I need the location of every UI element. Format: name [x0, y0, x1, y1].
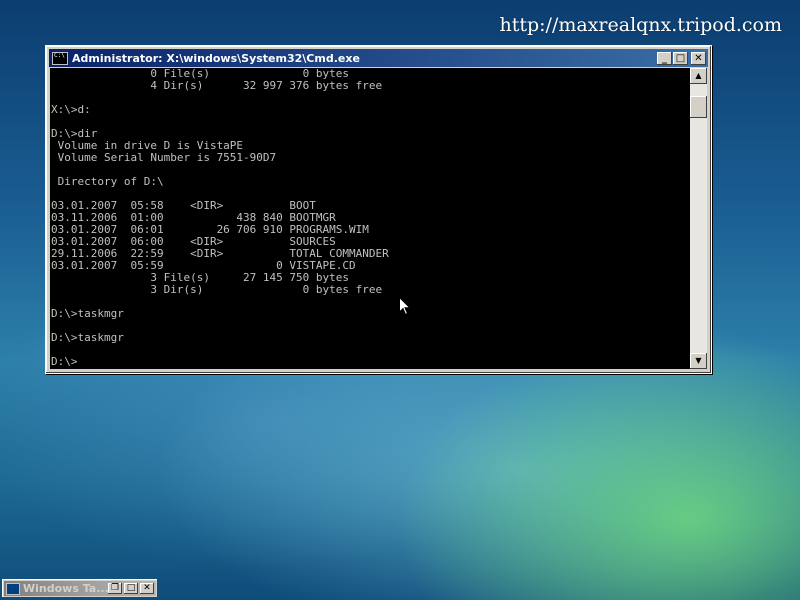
console-line: D:\>taskmgr	[51, 307, 124, 320]
scroll-thumb[interactable]	[690, 96, 707, 118]
close-button[interactable]: ✕	[691, 51, 706, 65]
console-line: D:\>taskmgr	[51, 331, 124, 344]
cmd-window[interactable]: Administrator: X:\windows\System32\Cmd.e…	[45, 45, 712, 374]
console-line: Directory of D:\	[51, 175, 164, 188]
vertical-scrollbar[interactable]: ▲ ▼	[690, 68, 707, 369]
scroll-up-button[interactable]: ▲	[690, 68, 707, 84]
watermark-url: http://maxrealqnx.tripod.com	[499, 14, 782, 36]
console-line: X:\>d:	[51, 103, 91, 116]
console-output[interactable]: 0 File(s) 0 bytes 4 Dir(s) 32 997 376 by…	[50, 68, 690, 369]
task-manager-title: Windows Ta...	[23, 582, 108, 595]
mouse-cursor-icon	[399, 297, 411, 316]
task-manager-maximize-button[interactable]: □	[124, 583, 138, 594]
restore-button[interactable]: ❐	[108, 583, 122, 594]
taskmgr-icon[interactable]	[6, 582, 20, 595]
console-text: 0 File(s) 0 bytes 4 Dir(s) 32 997 376 by…	[50, 68, 690, 368]
minimize-button[interactable]: _	[657, 51, 672, 65]
console-line: 4 Dir(s) 32 997 376 bytes free	[51, 79, 383, 92]
task-manager-title-bar[interactable]: Windows Ta... ❐ □ ✕	[4, 581, 156, 596]
cmd-title-bar[interactable]: Administrator: X:\windows\System32\Cmd.e…	[49, 49, 708, 67]
console-line: Volume Serial Number is 7551-90D7	[51, 151, 277, 164]
maximize-button[interactable]: □	[673, 51, 688, 65]
task-manager-close-button[interactable]: ✕	[140, 583, 154, 594]
cmd-icon[interactable]	[52, 51, 68, 65]
console-line: 3 Dir(s) 0 bytes free	[51, 283, 383, 296]
scroll-down-button[interactable]: ▼	[690, 353, 707, 369]
console-line: D:\>	[51, 355, 78, 368]
cmd-window-title: Administrator: X:\windows\System32\Cmd.e…	[72, 51, 360, 65]
minimized-task-manager-window[interactable]: Windows Ta... ❐ □ ✕	[2, 579, 158, 598]
